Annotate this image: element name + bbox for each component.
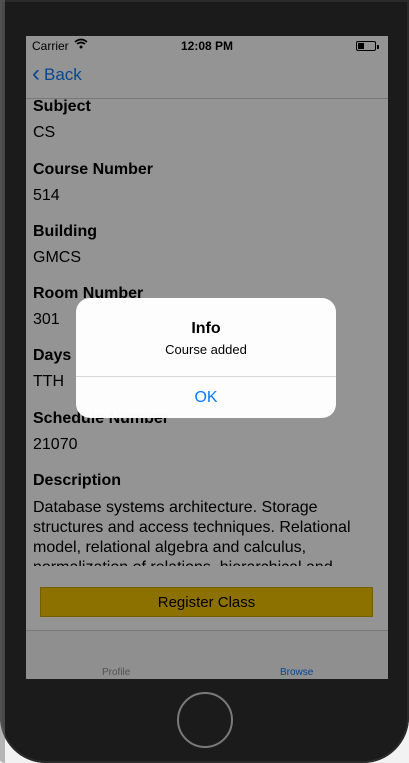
alert-message: Course added	[165, 342, 247, 357]
info-alert: Info Course added OK	[76, 298, 336, 418]
screen: Carrier 12:08 PM ‹ Back Subject CS Cours…	[26, 36, 388, 679]
alert-ok-button[interactable]: OK	[76, 377, 336, 418]
phone-frame: Carrier 12:08 PM ‹ Back Subject CS Cours…	[0, 0, 409, 763]
home-button[interactable]	[177, 692, 233, 748]
alert-title: Info	[191, 320, 221, 337]
